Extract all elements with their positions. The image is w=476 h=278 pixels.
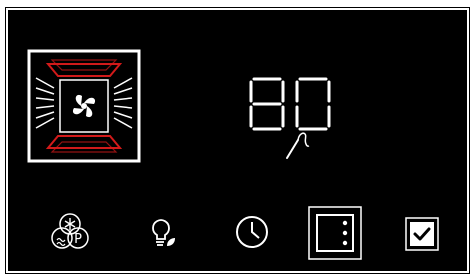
- oven-control-panel: 80: [5, 7, 470, 274]
- timer-button[interactable]: [230, 210, 274, 254]
- oven-fan-icon: [27, 49, 141, 163]
- clock-icon: [236, 216, 268, 248]
- confirm-button[interactable]: [402, 214, 442, 254]
- snowflake-steam-p-icon: P: [51, 213, 89, 249]
- mode-button[interactable]: P: [48, 210, 92, 254]
- oven-select-icon: [308, 206, 362, 260]
- oven-select-button[interactable]: [308, 206, 362, 260]
- seven-segment-digits: [249, 77, 331, 131]
- light-button[interactable]: [139, 210, 183, 254]
- lightbulb-leaf-icon: [152, 219, 175, 246]
- temperature-display: 80: [246, 76, 336, 132]
- meat-probe-icon: [286, 132, 310, 159]
- checkbox-icon: [405, 217, 439, 251]
- svg-text:P: P: [74, 232, 82, 247]
